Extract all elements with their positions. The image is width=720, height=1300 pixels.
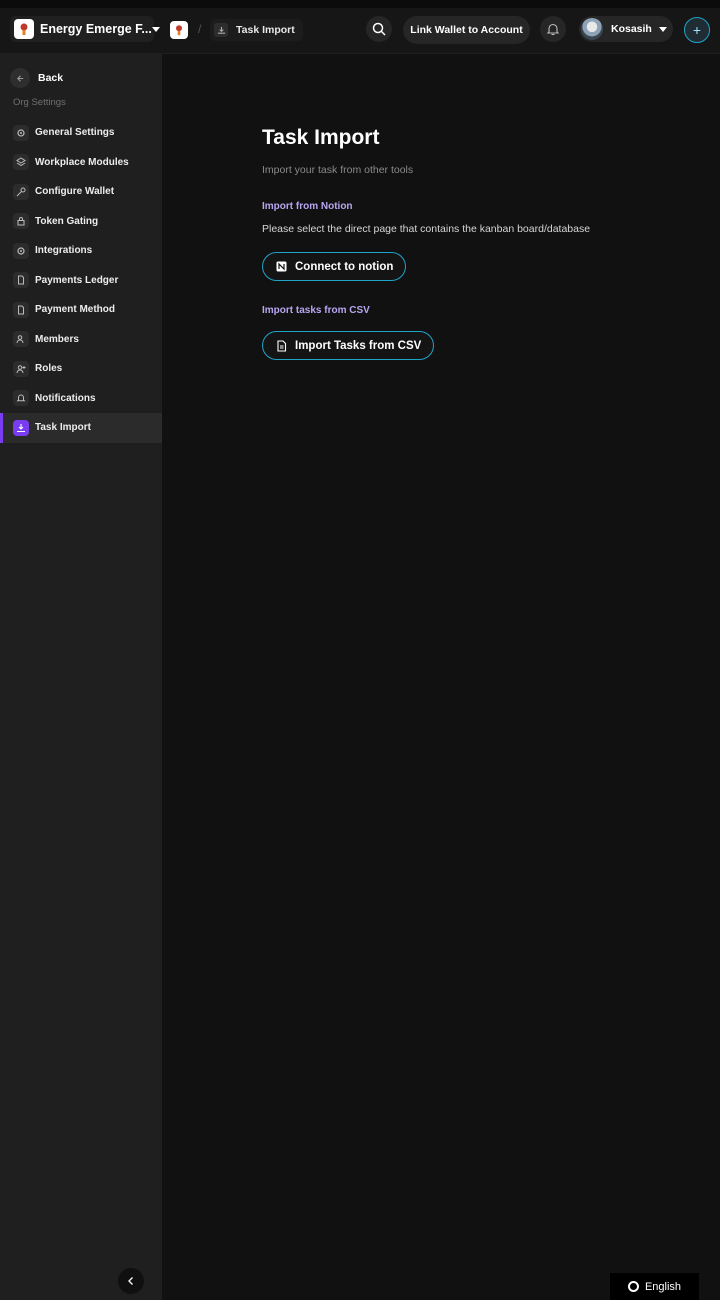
user-menu[interactable]: Kosasih	[579, 16, 673, 42]
layers-icon	[13, 154, 29, 171]
avatar	[581, 18, 603, 40]
settings-nav: General Settings Workplace Modules Confi…	[0, 118, 162, 443]
breadcrumb-separator: /	[198, 22, 202, 36]
sidebar-item-label: Notifications	[35, 392, 96, 404]
collapse-sidebar-button[interactable]	[118, 1268, 144, 1294]
org-logo-icon	[14, 19, 34, 39]
chevron-left-icon	[128, 1277, 133, 1285]
import-icon	[13, 419, 29, 436]
sidebar-item-workplace-modules[interactable]: Workplace Modules	[0, 148, 162, 178]
import-csv-label: Import Tasks from CSV	[295, 339, 422, 352]
sidebar-item-label: Workplace Modules	[35, 156, 129, 168]
language-selector[interactable]: English	[610, 1273, 699, 1300]
notion-section-description: Please select the direct page that conta…	[262, 223, 591, 235]
sidebar-item-label: General Settings	[35, 127, 115, 139]
sidebar-item-label: Configure Wallet	[35, 186, 115, 198]
sidebar-item-label: Payments Ledger	[35, 274, 119, 286]
back-button[interactable]: Back	[10, 68, 63, 88]
sidebar-item-configure-wallet[interactable]: Configure Wallet	[0, 177, 162, 207]
section-title: Org Settings	[13, 97, 66, 108]
sidebar-item-payment-method[interactable]: Payment Method	[0, 295, 162, 325]
sidebar-item-members[interactable]: Members	[0, 325, 162, 355]
connect-notion-button[interactable]: Connect to notion	[262, 252, 407, 281]
language-label: English	[644, 1280, 682, 1293]
connect-notion-label: Connect to notion	[295, 260, 394, 273]
plus-icon: +	[692, 22, 702, 38]
chevron-down-icon	[659, 26, 667, 32]
arrow-left-icon	[10, 68, 30, 88]
back-label: Back	[38, 72, 64, 84]
user-plus-icon	[13, 360, 29, 377]
document-icon	[275, 339, 287, 352]
sidebar-item-integrations[interactable]: Integrations	[0, 236, 162, 266]
sidebar-item-notifications[interactable]: Notifications	[0, 384, 162, 414]
globe-icon	[627, 1281, 639, 1292]
gear-icon	[13, 124, 29, 141]
link-wallet-button[interactable]: Link Wallet to Account	[403, 16, 530, 44]
create-button[interactable]: +	[684, 17, 710, 43]
top-strip	[0, 0, 720, 8]
breadcrumb-org-logo-icon[interactable]	[170, 21, 188, 39]
document-icon	[13, 272, 29, 289]
gear-icon	[13, 242, 29, 259]
sidebar-item-label: Payment Method	[35, 304, 116, 316]
org-name: Energy Emerge F...	[40, 22, 152, 36]
sidebar-item-task-import[interactable]: Task Import	[0, 413, 162, 443]
key-icon	[13, 183, 29, 200]
bell-icon	[546, 23, 560, 36]
sidebar-item-label: Integrations	[35, 245, 93, 257]
breadcrumb-current[interactable]: Task Import	[210, 19, 303, 41]
sidebar-item-label: Task Import	[35, 422, 91, 434]
breadcrumb-label: Task Import	[236, 24, 295, 36]
page-subtitle: Import your task from other tools	[262, 164, 414, 176]
sidebar-item-label: Token Gating	[35, 215, 99, 227]
notion-icon	[275, 261, 287, 273]
sidebar-item-general-settings[interactable]: General Settings	[0, 118, 162, 148]
import-icon	[214, 23, 228, 37]
csv-section-heading: Import tasks from CSV	[262, 305, 370, 316]
users-icon	[13, 331, 29, 348]
page-title: Task Import	[262, 126, 380, 149]
document-icon	[13, 301, 29, 318]
sidebar-item-payments-ledger[interactable]: Payments Ledger	[0, 266, 162, 296]
lock-icon	[13, 213, 29, 230]
notifications-button[interactable]	[540, 16, 566, 42]
top-bar: Energy Emerge F... / Task Import Link Wa…	[0, 0, 720, 54]
user-name: Kosasih	[611, 23, 652, 35]
main-content: Task Import Import your task from other …	[162, 54, 720, 1300]
chevron-down-icon	[151, 26, 160, 32]
sidebar-item-roles[interactable]: Roles	[0, 354, 162, 384]
bell-icon	[13, 390, 29, 407]
sidebar-item-token-gating[interactable]: Token Gating	[0, 207, 162, 237]
notion-section-heading: Import from Notion	[262, 201, 353, 212]
sidebar: Back Org Settings General Settings Workp…	[0, 54, 162, 1300]
search-button[interactable]	[366, 16, 392, 42]
sidebar-item-label: Roles	[35, 363, 63, 375]
sidebar-item-label: Members	[35, 333, 79, 345]
search-icon	[372, 22, 386, 36]
import-csv-button[interactable]: Import Tasks from CSV	[262, 331, 435, 360]
org-switcher[interactable]: Energy Emerge F...	[10, 16, 160, 42]
